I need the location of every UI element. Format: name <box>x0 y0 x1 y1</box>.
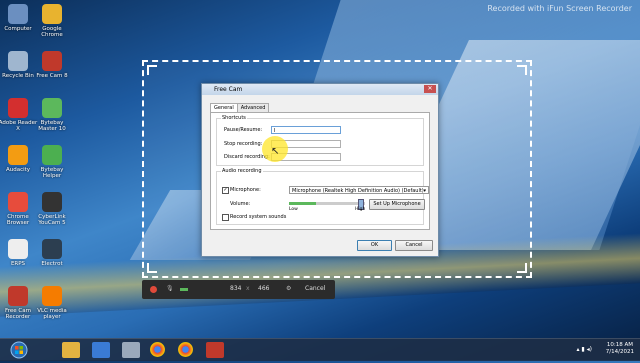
desktop-icon-label: Bytebay Master 10 <box>38 120 66 132</box>
app-shortcut-icon <box>42 51 62 71</box>
shortcuts-group: Shortcuts Pause/Resume: I Stop recording… <box>216 115 424 166</box>
app-shortcut-icon <box>42 98 62 118</box>
capture-height-value[interactable]: 466 <box>258 285 269 292</box>
desktop-icon[interactable]: CyberLink YouCam 5 <box>32 192 72 226</box>
record-button[interactable] <box>150 286 157 293</box>
start-button[interactable] <box>4 341 34 359</box>
record-system-sounds-label: Record system sounds <box>230 214 287 220</box>
volume-low-label: Low <box>289 207 298 212</box>
dialog-titlebar: Free Cam ✕ <box>202 84 438 95</box>
general-tab-panel: Shortcuts Pause/Resume: I Stop recording… <box>210 112 430 230</box>
stop-recording-label: Stop recording: <box>224 141 263 147</box>
toolbar-cancel-button[interactable]: Cancel <box>305 285 325 292</box>
desktop-icon-label: CyberLink YouCam 5 <box>38 214 66 226</box>
desktop-icon[interactable]: Bytebay Master 10 <box>32 98 72 132</box>
chevron-down-icon: ▾ <box>423 188 426 194</box>
volume-slider[interactable] <box>289 199 365 210</box>
close-icon[interactable]: ✕ <box>424 85 436 93</box>
app-shortcut-icon <box>8 286 28 306</box>
app-shortcut-icon <box>42 286 62 306</box>
set-up-microphone-button[interactable]: Set Up Microphone <box>369 199 425 210</box>
selection-corner-handle[interactable] <box>517 65 527 75</box>
microphone-label: Microphone: <box>230 187 261 193</box>
app-shortcut-icon <box>42 4 62 24</box>
volume-high-label: High <box>355 207 366 212</box>
pause-resume-label: Pause/Resume: <box>224 127 263 133</box>
audio-level-meter <box>180 288 188 291</box>
desktop-icon-label: VLC media player <box>37 308 67 320</box>
recorder-watermark: Recorded with iFun Screen Recorder <box>487 4 632 13</box>
file-explorer-icon[interactable] <box>62 342 80 358</box>
audio-recording-group: Audio recording ✓ Microphone: Microphone… <box>216 168 429 225</box>
cancel-button[interactable]: Cancel <box>395 240 433 251</box>
microphone-icon[interactable]: 🎙 <box>166 285 174 292</box>
tab-general[interactable]: General <box>210 103 238 112</box>
taskbar: ▴ ▮ ◂) 10:18 AM 7/14/2021 <box>0 338 640 361</box>
desktop-icon-label: Electrot <box>41 261 63 267</box>
audio-group-label: Audio recording <box>221 168 263 174</box>
dialog-tabs: General Advanced <box>210 103 270 112</box>
clock-time: 10:18 AM <box>606 342 633 348</box>
media-player-icon[interactable] <box>92 342 110 358</box>
free-cam-settings-dialog: Free Cam ✕ General Advanced Shortcuts Pau… <box>201 83 439 257</box>
desktop-icon[interactable]: Google Chrome <box>32 4 72 38</box>
desktop-icon-label: Free Cam 8 <box>36 73 68 79</box>
desktop-icon-label: Bytebay Helper <box>40 167 64 179</box>
app-shortcut-icon <box>42 192 62 212</box>
microphone-device-select[interactable]: Microphone (Realtek High Definition Audi… <box>289 186 429 194</box>
gear-icon[interactable]: ⚙ <box>286 285 291 292</box>
desktop-icon[interactable]: Free Cam 8 <box>32 51 72 79</box>
chrome-taskbar-icon-2[interactable] <box>178 342 193 357</box>
taskbar-clock[interactable]: 10:18 AM 7/14/2021 <box>606 342 634 356</box>
recorder-toolbar: 🎙 834 x 466 ⚙ Cancel <box>142 280 335 299</box>
desktop-icon[interactable]: Bytebay Helper <box>32 145 72 179</box>
desktop-icon-label: Google Chrome <box>41 26 63 38</box>
tab-advanced[interactable]: Advanced <box>236 103 270 112</box>
volume-level-meter <box>289 202 316 205</box>
ok-button[interactable]: OK <box>357 240 392 251</box>
selection-corner-handle[interactable] <box>147 65 157 75</box>
clock-date: 7/14/2021 <box>605 349 634 355</box>
windows-logo-icon <box>10 341 28 359</box>
shortcuts-group-label: Shortcuts <box>221 115 247 121</box>
app-shortcut-icon <box>8 239 28 259</box>
volume-label: Volume: <box>230 201 251 207</box>
app-shortcut-icon <box>42 239 62 259</box>
app-shortcut-icon <box>8 4 28 24</box>
app-shortcut-icon <box>8 145 28 165</box>
microphone-checkbox[interactable]: ✓ <box>222 187 229 194</box>
camera-app-icon[interactable] <box>122 342 140 358</box>
microphone-device-value: Microphone (Realtek High Definition Audi… <box>292 188 424 194</box>
dimension-separator: x <box>246 285 250 292</box>
system-tray-icons[interactable]: ▴ ▮ ◂) <box>577 346 592 353</box>
app-shortcut-icon <box>8 192 28 212</box>
free-cam-taskbar-icon[interactable] <box>206 342 224 358</box>
chrome-taskbar-icon[interactable] <box>150 342 165 357</box>
desktop-icon[interactable]: Electrot <box>32 239 72 267</box>
selection-corner-handle[interactable] <box>147 263 157 273</box>
app-shortcut-icon <box>8 98 28 118</box>
mouse-cursor-icon: ↖ <box>271 146 280 157</box>
dialog-title: Free Cam <box>214 86 243 93</box>
app-shortcut-icon <box>8 51 28 71</box>
app-shortcut-icon <box>42 145 62 165</box>
selection-corner-handle[interactable] <box>517 263 527 273</box>
record-system-sounds-checkbox[interactable] <box>222 214 229 221</box>
capture-width-value[interactable]: 834 <box>230 285 241 292</box>
pause-resume-shortcut-field[interactable]: I <box>271 126 341 134</box>
desktop-icon[interactable]: VLC media player <box>32 286 72 320</box>
